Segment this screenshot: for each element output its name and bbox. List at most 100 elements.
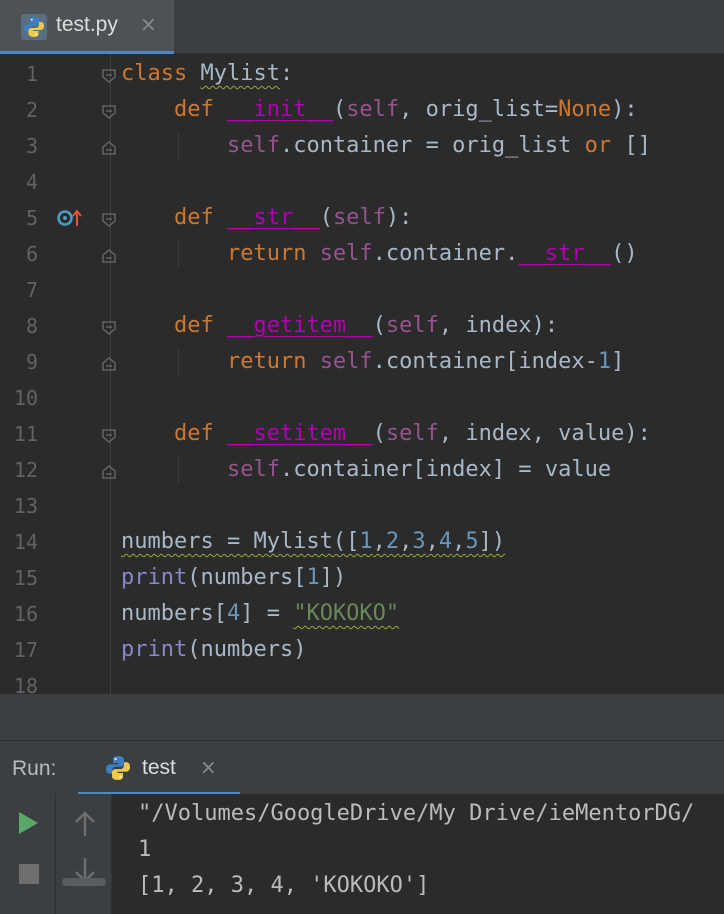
stop-icon[interactable]	[19, 864, 39, 888]
editor-tab-test-py[interactable]: test.py ×	[0, 0, 174, 54]
console-scrollbar[interactable]	[62, 878, 106, 886]
gutter-row: 8	[0, 308, 116, 344]
fold-end-icon[interactable]	[102, 356, 116, 375]
code-token: print	[121, 637, 188, 662]
code-token: Mylist	[200, 61, 280, 86]
code-line: def __getitem__(self, index):	[121, 308, 558, 344]
line-number: 13	[13, 494, 38, 518]
code-editor[interactable]: 1 2 3 4 5 6 7 8 9 10 11 12 13 14 15 16 17 18 class Mylist…	[0, 54, 724, 694]
overrides-method-icon[interactable]	[57, 208, 83, 232]
code-token: __setitem__	[226, 421, 373, 446]
code-token: []	[611, 133, 651, 158]
python-file-icon	[20, 13, 48, 45]
code-token: 4	[226, 601, 241, 626]
line-number: 7	[25, 278, 38, 302]
code-line: print(numbers[1])	[121, 560, 346, 596]
code-token: self	[226, 457, 280, 482]
line-number: 1	[25, 62, 38, 86]
code-token: ()	[611, 241, 638, 266]
fold-end-icon[interactable]	[102, 248, 116, 267]
code-token: self	[385, 313, 439, 338]
gutter-row: 14	[0, 524, 110, 560]
code-token: .container.	[372, 241, 519, 266]
line-number: 12	[13, 458, 38, 482]
gutter-row: 3	[0, 128, 116, 164]
code-line: def __init__(self, orig_list=None):	[121, 92, 638, 128]
code-token: "KOKOKO"	[293, 601, 400, 626]
code-token: self	[319, 241, 373, 266]
gutter-row: 11	[0, 416, 116, 452]
code-line: numbers = Mylist([1,2,3,4,5])	[121, 524, 505, 560]
code-line: print(numbers)	[121, 632, 306, 668]
fold-end-icon[interactable]	[102, 140, 116, 159]
line-number: 16	[13, 602, 38, 626]
code-token: def	[121, 205, 227, 230]
code-token: (	[372, 421, 386, 446]
code-token: None	[558, 97, 612, 122]
code-token: self	[226, 133, 280, 158]
gutter-row: 5	[0, 200, 116, 236]
gutter-row: 12	[0, 452, 116, 488]
console-output-line: [1, 2, 3, 4, 'KOKOKO']	[138, 873, 430, 898]
code-token: return	[226, 349, 320, 374]
line-number: 2	[25, 98, 38, 122]
fold-collapse-icon[interactable]	[102, 320, 116, 339]
code-token: (	[372, 313, 386, 338]
gutter-row: 10	[0, 380, 110, 416]
line-number: 8	[25, 314, 38, 338]
fold-collapse-icon[interactable]	[102, 104, 116, 123]
gutter-row: 17	[0, 632, 110, 668]
line-number: 6	[25, 242, 38, 266]
code-line: return self.container.__str__()	[121, 236, 638, 272]
code-token: , orig_list=	[399, 97, 559, 122]
gutter-row: 15	[0, 560, 110, 596]
run-toolbar	[0, 794, 112, 914]
code-token: numbers = Mylist([	[121, 529, 360, 554]
run-tab-test[interactable]: test ×	[78, 741, 240, 795]
code-token: numbers[	[121, 601, 227, 626]
line-number: 3	[25, 134, 38, 158]
code-token: __str__	[226, 205, 320, 230]
run-icon[interactable]	[16, 810, 40, 840]
code-token: , index):	[438, 313, 559, 338]
console-output-line: 1	[138, 837, 152, 862]
code-token: __init__	[226, 97, 333, 122]
code-token: self	[319, 349, 373, 374]
line-number: 15	[13, 566, 38, 590]
line-number: 17	[13, 638, 38, 662]
gutter-row: 2	[0, 92, 116, 128]
fold-collapse-icon[interactable]	[102, 428, 116, 447]
close-icon[interactable]: ×	[200, 755, 217, 779]
toolbar-divider	[55, 794, 56, 914]
python-icon	[104, 754, 132, 786]
run-console: "/Volumes/GoogleDrive/My Drive/ieMentorD…	[0, 794, 724, 914]
fold-collapse-icon[interactable]	[102, 68, 116, 87]
code-token: .container = orig_list	[279, 133, 585, 158]
gutter-row: 13	[0, 488, 110, 524]
code-token: def	[121, 313, 227, 338]
code-token: __getitem__	[226, 313, 373, 338]
code-token: ])	[478, 529, 506, 554]
close-icon[interactable]: ×	[140, 12, 157, 36]
code-token: ] =	[240, 601, 294, 626]
code-token: or	[584, 133, 612, 158]
editor-tab-bar: test.py ×	[0, 0, 724, 54]
code-token: ,	[425, 529, 439, 554]
line-number: 18	[13, 674, 38, 694]
line-number: 9	[25, 350, 38, 374]
scroll-up-icon[interactable]	[72, 810, 98, 842]
fold-collapse-icon[interactable]	[102, 212, 116, 231]
code-token: ])	[319, 565, 347, 590]
code-line: class Mylist:	[121, 56, 293, 92]
code-line: self.container[index] = value	[121, 452, 611, 488]
code-token: (	[319, 205, 333, 230]
code-token: ]	[611, 349, 625, 374]
code-token: 1	[359, 529, 373, 554]
code-line: def __str__(self):	[121, 200, 412, 236]
code-token: 3	[412, 529, 426, 554]
line-number: 10	[13, 386, 38, 410]
fold-end-icon[interactable]	[102, 464, 116, 483]
